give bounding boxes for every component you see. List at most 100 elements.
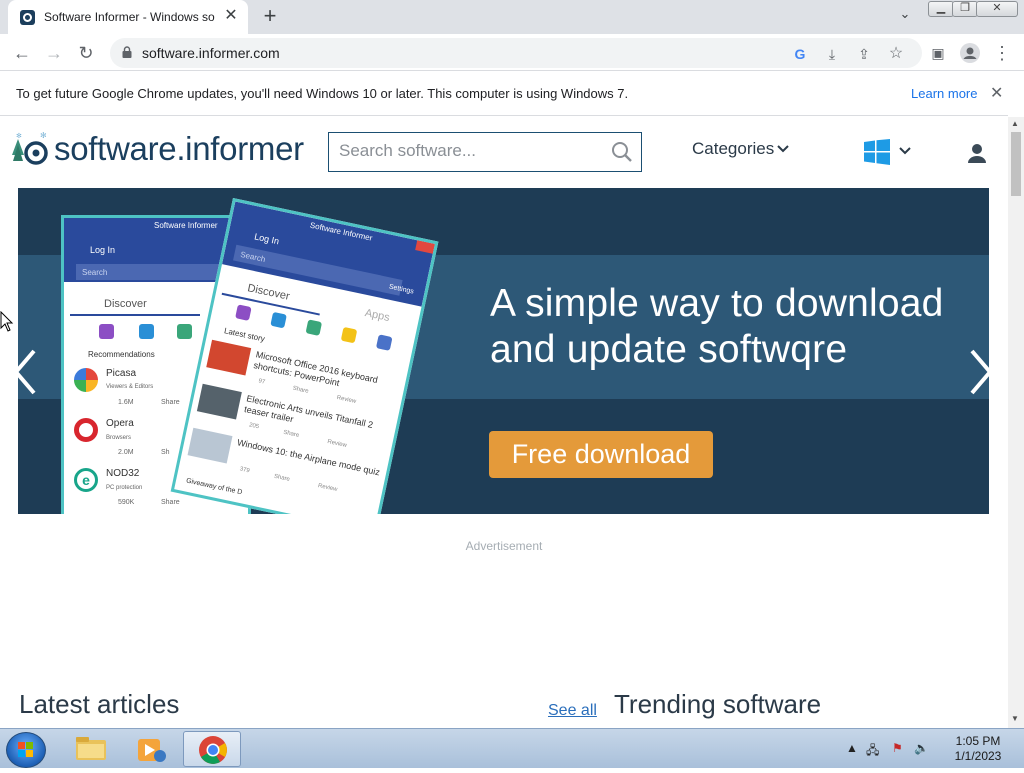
carousel-prev-arrow-icon[interactable] [10, 347, 40, 397]
reload-icon[interactable]: ↻ [74, 41, 98, 65]
user-account-icon[interactable] [966, 143, 988, 163]
share-icon[interactable]: ⇪ [854, 44, 874, 64]
mock-story-share: Share [282, 429, 300, 439]
site-logo-icon[interactable]: ✻ ✻ [10, 131, 50, 167]
latest-articles-heading: Latest articles [19, 689, 180, 719]
system-clock[interactable]: 1:05 PM 1/1/2023 [936, 734, 1020, 764]
tab-close-icon[interactable]: ✕ [222, 7, 240, 25]
browser-tab[interactable]: Software Informer - Windows so ✕ [8, 0, 248, 34]
profile-avatar-icon[interactable] [958, 41, 982, 65]
see-all-link[interactable]: See all [548, 702, 597, 720]
start-button[interactable] [6, 732, 46, 768]
address-bar[interactable]: software.informer.com G ⤓ ⇪ ☆ [110, 38, 922, 68]
tab-search-icon[interactable]: ⌄ [894, 6, 916, 28]
tab-strip: Software Informer - Windows so ✕ + ⌄ ▁ ❐… [0, 0, 1024, 34]
mock-latest-story: Latest story [223, 326, 266, 344]
tab-title: Software Informer - Windows so [44, 10, 215, 24]
file-explorer-taskbar-icon[interactable] [62, 731, 120, 767]
mock-story-review: Review [336, 394, 357, 405]
mock-story-review: Review [326, 439, 348, 449]
free-download-button[interactable]: Free download [489, 431, 713, 478]
mock-item-share: Share [161, 499, 180, 506]
url-text: software.informer.com [142, 45, 280, 61]
windows-platform-icon[interactable] [864, 139, 890, 165]
page-scrollbar[interactable]: ▲ ▼ [1008, 117, 1024, 728]
infobar-close-icon[interactable]: ✕ [990, 83, 1003, 103]
mock-item-name: Opera [106, 418, 134, 429]
side-panel-icon[interactable]: ▣ [926, 41, 950, 65]
site-search-box[interactable] [328, 132, 642, 172]
picasa-icon [74, 368, 98, 392]
mock-login: Log In [90, 245, 116, 255]
mock-recommendations: Recommendations [88, 350, 155, 359]
mock-story-title: Microsoft Office 2016 keyboard shortcuts… [252, 349, 379, 389]
scrollbar-thumb[interactable] [1011, 132, 1021, 196]
window-close-button[interactable]: ✕ [976, 1, 1018, 17]
mock-story-title: Windows 10: the Airplane mode quiz [236, 437, 381, 478]
mock-story-share: Share [273, 473, 291, 483]
mock-app-icon [375, 334, 393, 351]
mock-item-category: Browsers [106, 435, 132, 441]
story-thumbnail [206, 339, 252, 376]
browser-toolbar: ← → ↻ software.informer.com G ⤓ ⇪ ☆ ▣ ⋮ [0, 34, 1024, 71]
mock-app-icon [177, 324, 192, 339]
minimize-button[interactable]: ▁ [928, 1, 954, 17]
mock-app-icon [305, 319, 323, 336]
mock-item-category: PC protection [106, 485, 143, 491]
media-player-taskbar-icon[interactable] [122, 731, 180, 767]
categories-menu[interactable]: Categories [692, 139, 774, 159]
chrome-taskbar-icon[interactable] [183, 731, 241, 767]
clock-date: 1/1/2023 [954, 749, 1002, 763]
mock-apps: Apps [363, 307, 391, 325]
maximize-button[interactable]: ❐ [952, 1, 978, 17]
opera-icon [74, 418, 98, 442]
advertisement-label: Advertisement [465, 539, 543, 553]
windows-taskbar: ▲ 🖧 ⚑ 🔈 1:05 PM 1/1/2023 [0, 728, 1024, 768]
volume-icon[interactable]: 🔈 [914, 741, 929, 755]
site-logo-text[interactable]: software.informer [54, 130, 304, 168]
chevron-down-icon[interactable] [776, 144, 790, 154]
web-page: ✻ ✻ software.informer Categories Softwar… [0, 117, 1008, 728]
mock-title: Software Informer [154, 221, 218, 230]
mock-item-category: Viewers & Editors [106, 384, 154, 390]
story-thumbnail [196, 383, 242, 420]
banner-headline-line1: A simple way to download [490, 282, 944, 325]
more-menu-icon[interactable]: ⋮ [990, 41, 1014, 65]
show-hidden-icons-icon[interactable]: ▲ [846, 741, 858, 755]
action-center-icon[interactable]: ⚑ [892, 741, 903, 755]
clock-time: 1:05 PM [955, 734, 1001, 748]
carousel-next-arrow-icon[interactable] [966, 347, 996, 397]
scroll-up-icon[interactable]: ▲ [1011, 119, 1019, 128]
google-lens-icon[interactable]: G [790, 44, 810, 64]
forward-arrow-icon[interactable]: → [42, 41, 66, 65]
story-thumbnail [187, 427, 233, 464]
nod32-icon: e [74, 468, 98, 492]
install-app-icon[interactable]: ⤓ [822, 44, 842, 64]
back-arrow-icon[interactable]: ← [10, 41, 34, 65]
trending-software-heading: Trending software [614, 689, 822, 719]
mock-item-count: 2.0M [118, 449, 134, 456]
bookmark-star-icon[interactable]: ☆ [886, 44, 906, 64]
mock-item-count: 1.6M [118, 399, 134, 406]
mock-app-icon [139, 324, 154, 339]
infobar-message: To get future Google Chrome updates, you… [16, 86, 629, 101]
mock-item-share: Sh [161, 449, 170, 456]
mock-app-icon [340, 326, 358, 344]
new-tab-button[interactable]: + [258, 5, 282, 29]
mock-app-icon [270, 311, 287, 329]
platform-chevron-down-icon[interactable] [898, 146, 912, 156]
mock-app-icon [99, 324, 114, 339]
site-favicon-icon [20, 10, 35, 25]
mock-app-icon [235, 304, 252, 321]
mock-item-count: 590K [118, 499, 135, 506]
svg-text:✻: ✻ [40, 131, 47, 140]
hero-banner: Software Informer Log In Search Discover… [18, 188, 989, 514]
search-icon[interactable] [611, 141, 633, 163]
scroll-down-icon[interactable]: ▼ [1011, 714, 1019, 723]
network-icon[interactable]: 🖧 [866, 741, 879, 762]
lock-icon [122, 46, 132, 58]
mock-discover: Discover [104, 298, 147, 310]
learn-more-link[interactable]: Learn more [911, 86, 977, 101]
site-search-input[interactable] [339, 141, 599, 161]
mock-story-review: Review [317, 483, 338, 493]
